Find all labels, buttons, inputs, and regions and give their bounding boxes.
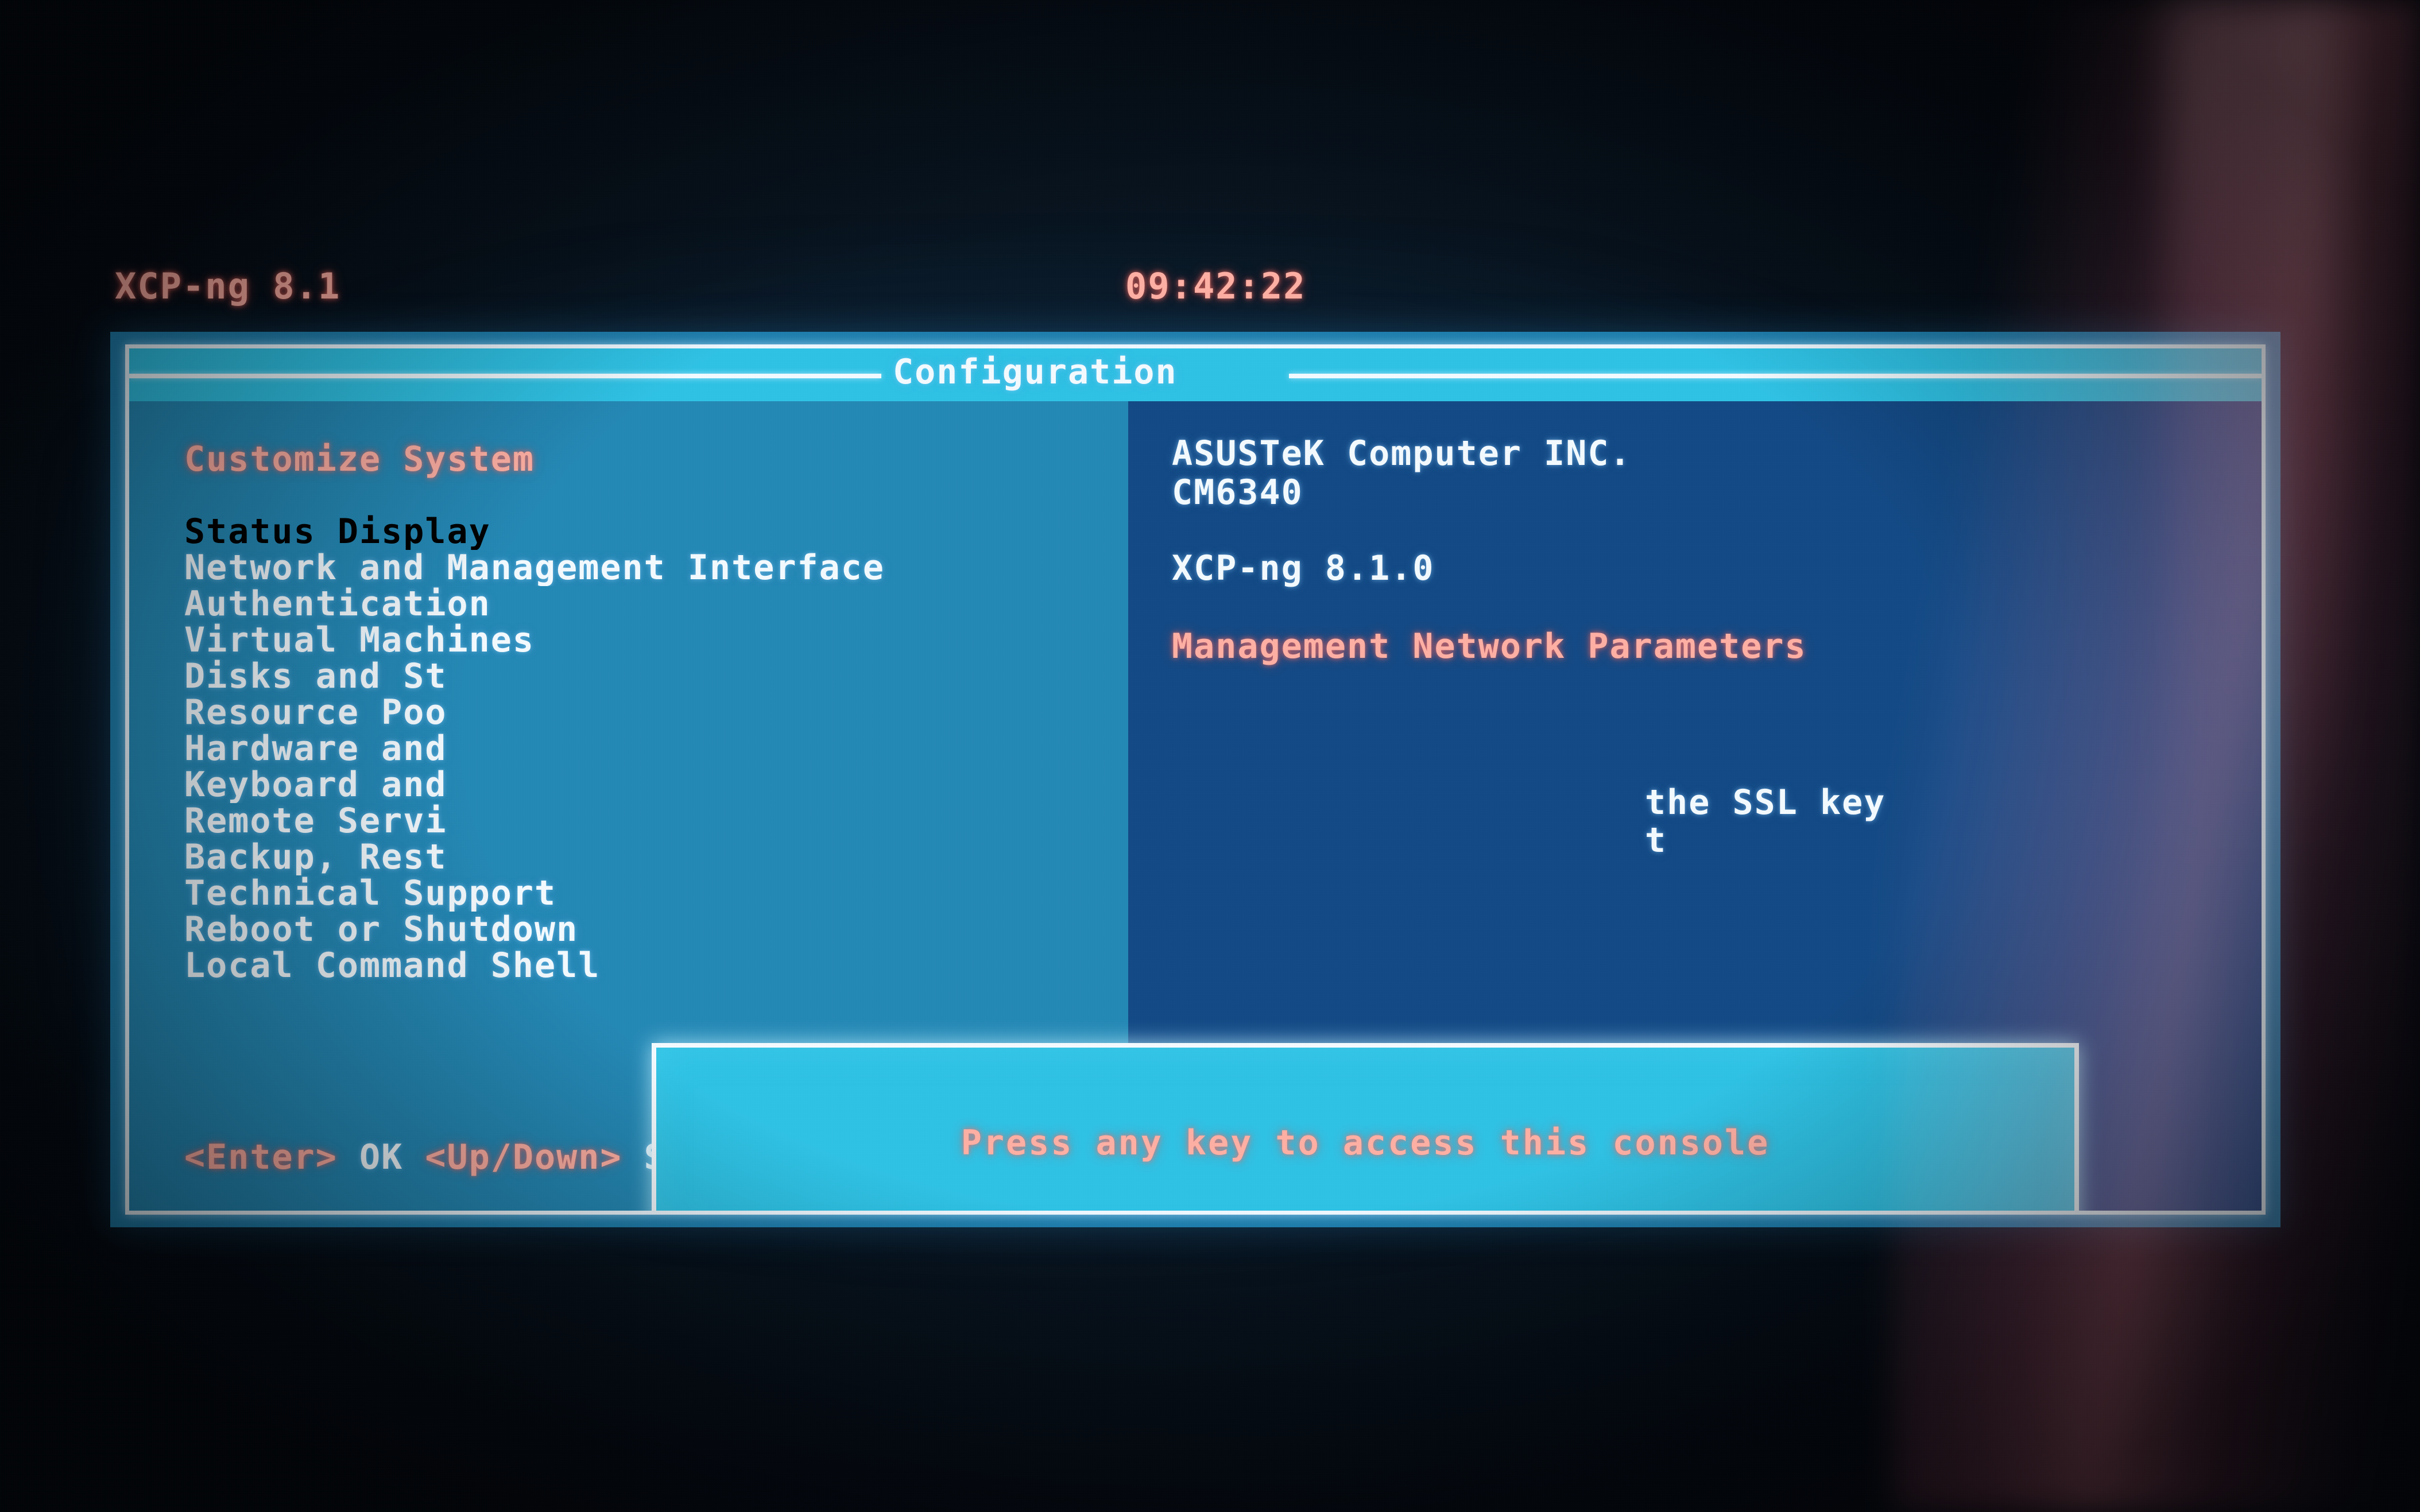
xcp-ng-console-screen: XCP-ng 8.1 09:42:22 Configuration Custom… [0, 0, 2420, 1512]
product-version-header: XCP-ng 8.1 [115, 265, 341, 307]
window-title: Configuration [893, 352, 1178, 392]
titlebar-rule-left [129, 374, 881, 378]
menu-item-label: Status Display [184, 514, 491, 550]
menu-list: Status Display Network and Management In… [184, 514, 1126, 984]
ssl-key-fragment-line-2: t [1645, 820, 1667, 860]
photographed-monitor-scene: XCP-ng 8.1 09:42:22 Configuration Custom… [0, 0, 2420, 1512]
ssl-key-fragment-line: the SSL key [1645, 782, 1886, 823]
configuration-window: Configuration Customize System Status Di… [110, 332, 2280, 1227]
menu-item-network-and-management-interface[interactable]: Network and Management Interface [184, 550, 1126, 586]
updown-key-hint: <Up/Down> [425, 1137, 622, 1177]
menu-item-resource-pools[interactable]: Resource Poo [184, 695, 1126, 731]
menu-section-header: Customize System [184, 439, 535, 479]
enter-action-text: OK [359, 1137, 404, 1177]
window-titlebar: Configuration [129, 348, 2262, 401]
menu-item-keyboard-and-timezone[interactable]: Keyboard and [184, 767, 1126, 803]
system-model: CM6340 [1172, 472, 1303, 513]
menu-item-disks-and-storage[interactable]: Disks and St [184, 658, 1126, 695]
titlebar-rule-right [1289, 374, 2262, 378]
enter-action-label [338, 1137, 359, 1177]
management-network-heading: Management Network Parameters [1172, 626, 1807, 666]
menu-item-authentication[interactable]: Authentication [184, 586, 1126, 622]
system-vendor: ASUSTeK Computer INC. [1172, 433, 1632, 474]
menu-item-reboot-or-shutdown[interactable]: Reboot or Shutdown [184, 912, 1126, 948]
menu-item-local-command-shell[interactable]: Local Command Shell [184, 948, 1126, 984]
menu-item-technical-support[interactable]: Technical Support [184, 875, 1126, 912]
keyhint-gap-2 [622, 1137, 644, 1177]
menu-item-remote-service[interactable]: Remote Servi [184, 803, 1126, 839]
window-body: Customize System Status Display Network … [129, 401, 2262, 1211]
menu-item-hardware-and-bios[interactable]: Hardware and [184, 731, 1126, 767]
press-any-key-dialog[interactable]: Press any key to access this console [652, 1043, 2079, 1211]
window-inner-border: Configuration Customize System Status Di… [125, 344, 2266, 1215]
dialog-message: Press any key to access this console [961, 1123, 1770, 1163]
keyhint-gap-1 [403, 1137, 425, 1177]
product-version: XCP-ng 8.1.0 [1172, 548, 1435, 588]
menu-item-virtual-machines[interactable]: Virtual Machines [184, 622, 1126, 658]
menu-item-status-display[interactable]: Status Display [184, 514, 1126, 550]
clock-display: 09:42:22 [1125, 265, 1306, 307]
menu-item-backup-restore[interactable]: Backup, Rest [184, 839, 1126, 875]
enter-key-hint: <Enter> [184, 1137, 338, 1177]
